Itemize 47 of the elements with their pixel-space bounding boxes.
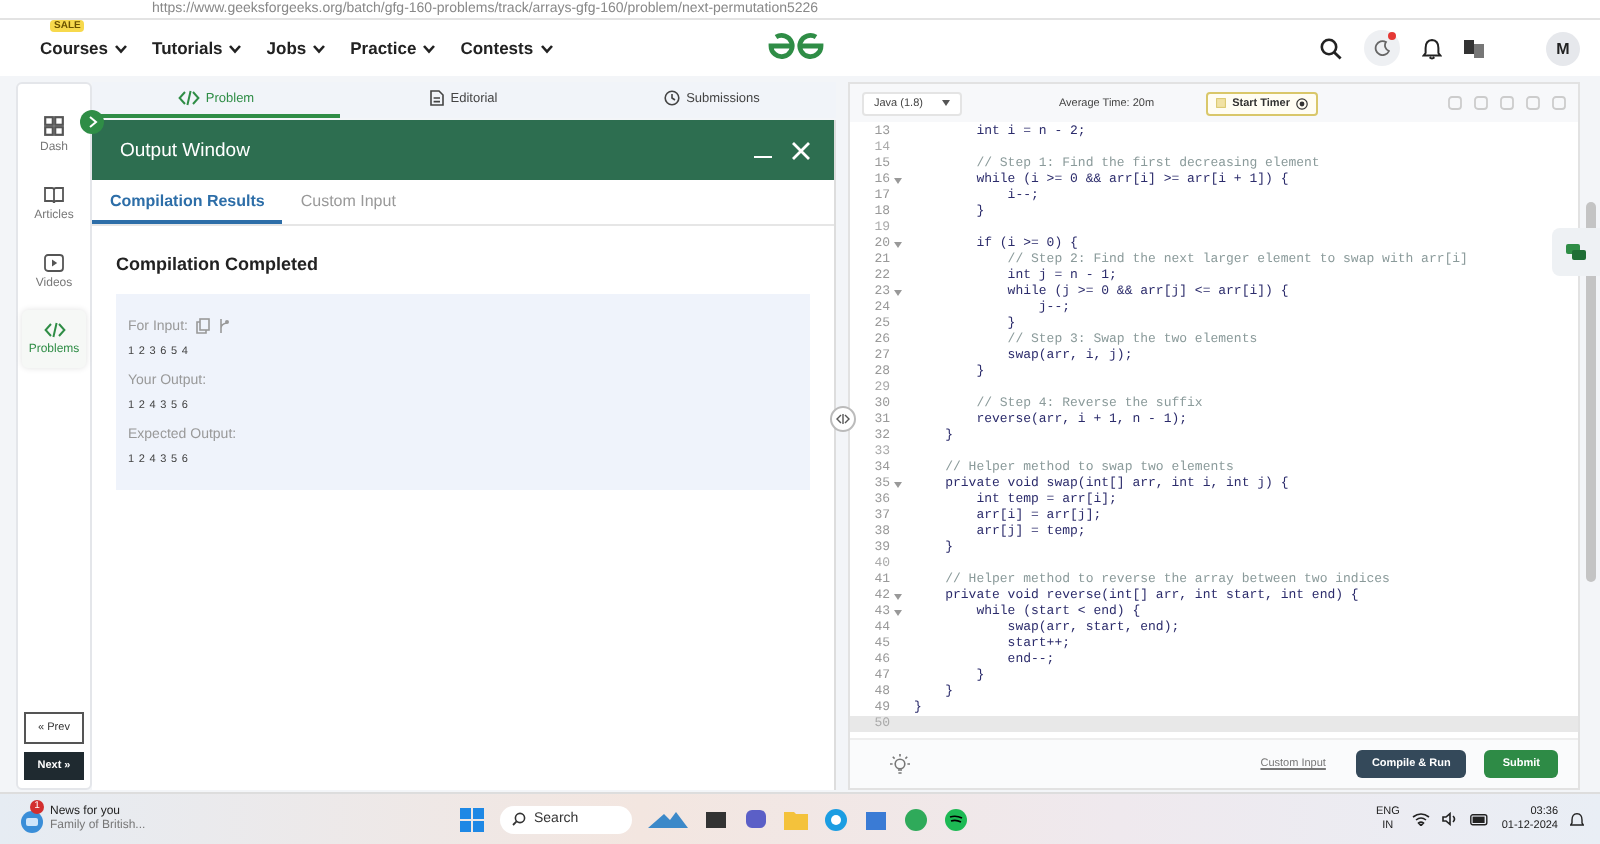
chat-button[interactable] xyxy=(1552,228,1600,276)
minimize-icon xyxy=(754,156,772,158)
chevron-down-icon xyxy=(539,43,554,53)
video-icon xyxy=(44,254,64,272)
chevron-down-icon xyxy=(422,43,437,53)
chevron-right-icon xyxy=(87,116,97,128)
moon-icon xyxy=(1374,40,1390,56)
split-arrows-icon xyxy=(835,414,849,424)
user-avatar[interactable]: M xyxy=(1546,31,1580,65)
branch-icon[interactable] xyxy=(217,318,230,334)
close-button[interactable] xyxy=(792,141,810,159)
book-icon xyxy=(44,186,64,204)
nav-menu[interactable]: Jobs xyxy=(266,38,327,58)
notification-bell-icon[interactable] xyxy=(1570,811,1584,827)
nav-menu[interactable]: Contests xyxy=(460,38,554,58)
chevron-down-icon xyxy=(312,43,327,53)
close-icon xyxy=(792,141,810,159)
bell-icon[interactable] xyxy=(1422,37,1442,59)
chevron-down-icon xyxy=(114,43,129,53)
chat-icon xyxy=(1566,243,1586,261)
lightbulb-icon[interactable] xyxy=(890,753,910,775)
wifi-icon[interactable] xyxy=(1411,812,1430,826)
dashboard-icon xyxy=(44,116,64,136)
compilation-status: Compilation Completed xyxy=(116,254,320,274)
battery-icon[interactable] xyxy=(1469,813,1490,825)
nav-menu[interactable]: Courses xyxy=(40,38,129,58)
mountain-icon[interactable] xyxy=(648,810,688,828)
caret-down-icon xyxy=(942,100,951,106)
output-tab[interactable]: Compilation Results xyxy=(92,180,283,224)
nav-menu[interactable]: Practice xyxy=(350,38,437,58)
play-circle-icon xyxy=(1296,97,1308,109)
clock-icon xyxy=(664,90,681,106)
site-logo-icon[interactable] xyxy=(766,32,826,60)
streak-button[interactable] xyxy=(1364,30,1400,66)
code-icon xyxy=(177,90,200,106)
copy-icon[interactable] xyxy=(195,318,210,334)
search-icon[interactable] xyxy=(1320,37,1342,59)
chevron-down-icon xyxy=(228,43,243,53)
news-icon xyxy=(20,809,44,833)
music-icon[interactable] xyxy=(944,807,968,831)
timer-icon xyxy=(1216,98,1227,108)
code-icon xyxy=(43,322,65,338)
nav-menu[interactable]: Tutorials xyxy=(152,38,243,58)
windows-start-icon[interactable] xyxy=(460,807,484,831)
search-icon xyxy=(512,812,526,826)
output-window-title: Output Window xyxy=(120,139,252,161)
speaker-icon[interactable] xyxy=(1441,812,1458,826)
